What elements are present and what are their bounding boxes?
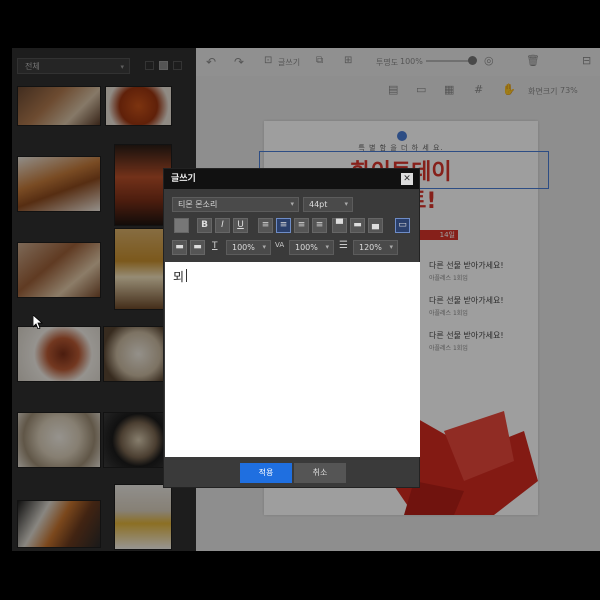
letter-spacing-select[interactable]: 100% ▾ [289, 240, 334, 255]
outline-button[interactable]: ▬ [190, 240, 205, 255]
editor-text: 뫼 [173, 270, 185, 284]
align-justify-icon[interactable]: ≡ [312, 218, 327, 233]
letter-spacing-icon: VA [275, 241, 285, 249]
text-edit-dialog: 글쓰기 ✕ 티몬 몬소리 ▾ 44pt ▾ B I U ≡ ≡ ≡ ≡ ▀ ▬ … [163, 168, 420, 488]
chevron-down-icon: ▾ [262, 243, 266, 251]
mouse-cursor-icon [33, 315, 43, 329]
vertical-text-icon[interactable]: ▭ [395, 218, 410, 233]
italic-button[interactable]: I [215, 218, 230, 233]
valign-middle-icon[interactable]: ▬ [350, 218, 365, 233]
valign-top-icon[interactable]: ▀ [332, 218, 347, 233]
font-size-select[interactable]: 44pt ▾ [303, 197, 353, 212]
font-family-select[interactable]: 티몬 몬소리 ▾ [172, 197, 299, 212]
apply-button[interactable]: 적용 [240, 463, 292, 483]
chevron-down-icon: ▾ [344, 200, 348, 208]
chevron-down-icon: ▾ [389, 243, 393, 251]
text-color-button[interactable] [174, 218, 189, 233]
line-height-select[interactable]: 120% ▾ [353, 240, 398, 255]
scale-x-select[interactable]: 100% ▾ [226, 240, 271, 255]
valign-bottom-icon[interactable]: ▄ [368, 218, 383, 233]
cancel-button[interactable]: 취소 [294, 463, 346, 483]
align-left-icon[interactable]: ≡ [258, 218, 273, 233]
scale-x-value: 100% [232, 243, 255, 252]
font-size-value: 44pt [309, 200, 328, 209]
close-icon[interactable]: ✕ [401, 173, 413, 185]
text-editor[interactable]: 뫼 [165, 262, 420, 457]
scale-x-icon: T [212, 241, 218, 251]
chevron-down-icon: ▾ [290, 200, 294, 208]
bold-button[interactable]: B [197, 218, 212, 233]
text-cursor [186, 269, 187, 282]
underline-button[interactable]: U [233, 218, 248, 233]
font-family-value: 티몬 몬소리 [178, 200, 218, 209]
shadow-button[interactable]: ▬ [172, 240, 187, 255]
chevron-down-icon: ▾ [325, 243, 329, 251]
align-center-icon[interactable]: ≡ [276, 218, 291, 233]
line-height-icon: ☰ [339, 240, 348, 251]
align-right-icon[interactable]: ≡ [294, 218, 309, 233]
dialog-title: 글쓰기 [164, 169, 419, 189]
line-height-value: 120% [359, 243, 382, 252]
letter-spacing-value: 100% [295, 243, 318, 252]
